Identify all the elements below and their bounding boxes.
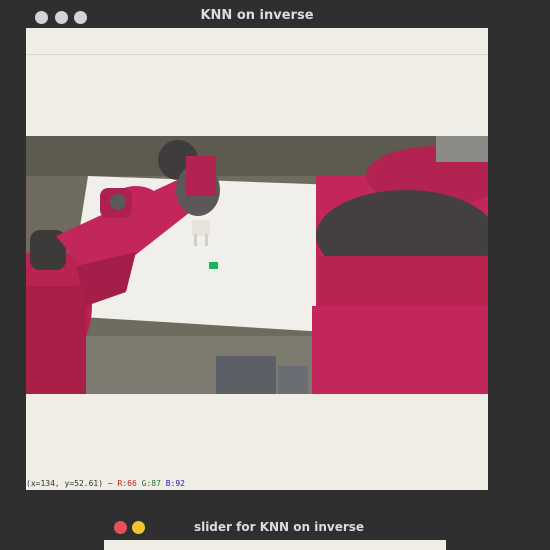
cursor-coords: (x=134, y=52.61) ~ — [26, 479, 113, 488]
robot-scene-image — [26, 136, 488, 394]
pixel-info-statusbar: (x=134, y=52.61) ~ R:66 G:87 B:92 — [26, 478, 488, 490]
red-value: R:66 — [117, 479, 137, 488]
window-title: KNN on inverse — [200, 8, 314, 23]
toolbar — [26, 28, 488, 55]
slider-window-titlebar[interactable]: slider for KNN on inverse — [104, 514, 446, 540]
window-content: (x=134, y=52.61) ~ R:66 G:87 B:92 — [26, 28, 488, 490]
slider-window-content — [104, 540, 446, 550]
green-value: G:87 — [141, 479, 161, 488]
desktop: KNN on inverse (x=134, y=52.61) ~ R:66 G… — [0, 0, 550, 550]
slider-close-button[interactable] — [114, 521, 127, 534]
slider-window: slider for KNN on inverse — [104, 514, 446, 550]
blue-value: B:92 — [165, 479, 185, 488]
camera-image[interactable] — [26, 136, 488, 394]
slider-window-title: slider for KNN on inverse — [193, 520, 365, 534]
image-window: KNN on inverse (x=134, y=52.61) ~ R:66 G… — [26, 0, 488, 492]
slider-minimize-button[interactable] — [132, 521, 145, 534]
